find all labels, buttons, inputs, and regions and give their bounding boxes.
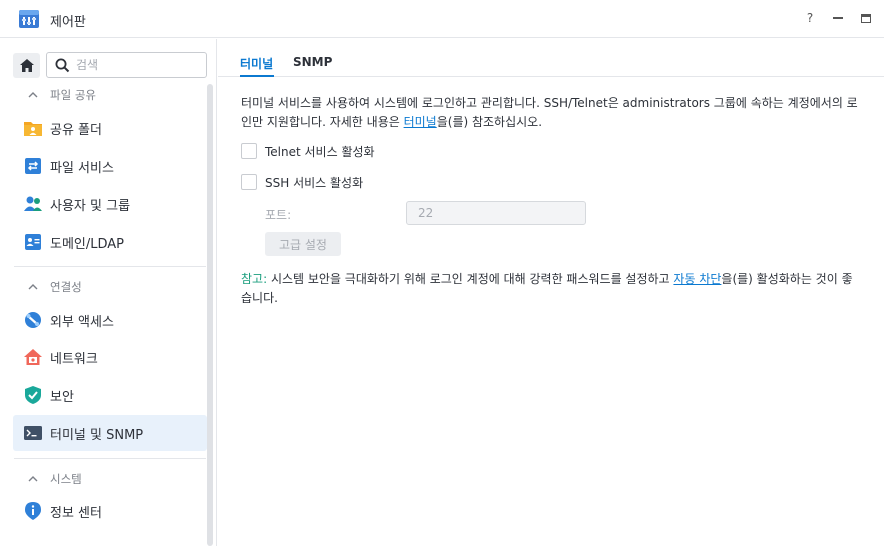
maximize-button[interactable] <box>858 10 874 26</box>
sidebar-item-info-center[interactable]: 정보 센터 <box>13 493 207 529</box>
section-header-file-sharing[interactable]: 파일 공유 <box>14 83 206 107</box>
description-line-2: 인만 지원합니다. 자세한 내용은 터미널을(를) 참조하십시오. <box>241 113 884 132</box>
domain-ldap-icon <box>23 232 43 252</box>
chevron-up-icon <box>28 476 38 482</box>
minimize-icon <box>833 17 843 19</box>
terminal-icon <box>23 423 43 443</box>
advanced-settings-button[interactable]: 고급 설정 <box>265 232 341 256</box>
description-text: 인만 지원합니다. 자세한 내용은 <box>241 115 404 129</box>
sidebar-item-label: 보안 <box>50 389 74 405</box>
ssh-enable-option[interactable]: SSH 서비스 활성화 <box>241 172 363 192</box>
sidebar-item-terminal-snmp[interactable]: 터미널 및 SNMP <box>13 415 207 451</box>
external-access-icon <box>23 310 43 330</box>
help-button[interactable]: ? <box>802 10 818 26</box>
section-header-connectivity[interactable]: 연결성 <box>14 275 206 299</box>
section-label: 연결성 <box>50 280 82 294</box>
search-input[interactable] <box>76 56 201 74</box>
sidebar-item-label: 정보 센터 <box>50 505 102 521</box>
sidebar-item-label: 파일 서비스 <box>50 160 114 176</box>
telnet-enable-option[interactable]: Telnet 서비스 활성화 <box>241 141 375 161</box>
security-note: 참고: 시스템 보안을 극대화하기 위해 로그인 계정에 대해 강력한 패스워드… <box>241 270 884 308</box>
sidebar: 파일 공유 공유 폴더 파일 서비스 사용자 및 그룹 도메인/LDAP 연결성… <box>0 39 217 546</box>
note-text: 시스템 보안을 극대화하기 위해 로그인 계정에 대해 강력한 패스워드를 설정… <box>267 272 674 286</box>
sidebar-item-external-access[interactable]: 외부 액세스 <box>13 302 207 338</box>
description-line-1: 터미널 서비스를 사용하여 시스템에 로그인하고 관리합니다. SSH/Teln… <box>241 96 858 110</box>
sidebar-item-shared-folder[interactable]: 공유 폴더 <box>13 110 207 146</box>
section-divider <box>14 266 206 267</box>
security-shield-icon <box>23 385 43 405</box>
section-label: 시스템 <box>50 472 82 486</box>
section-label: 파일 공유 <box>50 88 96 102</box>
sidebar-item-security[interactable]: 보안 <box>13 377 207 413</box>
ssh-enable-label: SSH 서비스 활성화 <box>265 175 364 190</box>
note-text: 을(를) 활성화하는 것이 좋 <box>721 272 853 286</box>
sidebar-item-label: 공유 폴더 <box>50 122 102 138</box>
sidebar-item-label: 외부 액세스 <box>50 314 114 330</box>
port-input[interactable] <box>406 201 586 225</box>
home-icon <box>19 59 34 72</box>
users-groups-icon <box>23 194 43 214</box>
tab-terminal[interactable]: 터미널 <box>240 55 273 72</box>
terminal-description: 터미널 서비스를 사용하여 시스템에 로그인하고 관리합니다. SSH/Teln… <box>241 94 884 132</box>
info-center-icon <box>23 501 43 521</box>
sidebar-item-label: 사용자 및 그룹 <box>50 198 131 214</box>
note-line-1: 참고: 시스템 보안을 극대화하기 위해 로그인 계정에 대해 강력한 패스워드… <box>241 270 884 289</box>
sidebar-item-partial[interactable] <box>13 533 207 546</box>
sidebar-item-domain-ldap[interactable]: 도메인/LDAP <box>13 224 207 260</box>
tab-snmp[interactable]: SNMP <box>293 55 332 69</box>
file-services-icon <box>23 156 43 176</box>
note-prefix: 참고: <box>241 272 268 286</box>
tab-bar: 터미널 SNMP <box>218 39 884 77</box>
main-panel: 터미널 SNMP 터미널 서비스를 사용하여 시스템에 로그인하고 관리합니다.… <box>218 39 884 546</box>
telnet-enable-checkbox[interactable] <box>241 143 257 159</box>
terminal-help-link[interactable]: 터미널 <box>404 115 437 129</box>
shared-folder-icon <box>23 118 43 138</box>
sidebar-item-label: 네트워크 <box>50 351 98 367</box>
window-title: 제어판 <box>50 15 86 30</box>
chevron-up-icon <box>28 92 38 98</box>
sidebar-item-file-services[interactable]: 파일 서비스 <box>13 148 207 184</box>
network-icon <box>23 347 43 367</box>
sidebar-item-users-groups[interactable]: 사용자 및 그룹 <box>13 186 207 222</box>
search-box[interactable] <box>46 52 207 78</box>
home-button[interactable] <box>13 53 40 78</box>
section-divider <box>14 458 206 459</box>
maximize-icon <box>861 13 871 23</box>
sidebar-item-label: 터미널 및 SNMP <box>50 427 144 443</box>
port-label: 포트: <box>265 208 292 222</box>
section-header-system[interactable]: 시스템 <box>14 467 206 491</box>
ssh-enable-checkbox[interactable] <box>241 174 257 190</box>
note-line-2: 습니다. <box>241 291 278 305</box>
sidebar-item-label: 도메인/LDAP <box>50 236 125 252</box>
minimize-button[interactable] <box>830 10 846 26</box>
telnet-enable-label: Telnet 서비스 활성화 <box>265 144 375 159</box>
chevron-up-icon <box>28 284 38 290</box>
title-bar: 제어판 ? <box>0 0 884 38</box>
description-text: 을(를) 참조하십시오. <box>436 115 543 129</box>
sidebar-item-network[interactable]: 네트워크 <box>13 339 207 375</box>
search-icon <box>55 58 70 73</box>
auto-block-link[interactable]: 자동 차단 <box>673 272 721 286</box>
control-panel-app-icon <box>19 10 39 28</box>
sidebar-scrollbar[interactable] <box>207 84 213 546</box>
theme-icon <box>23 541 43 546</box>
active-tab-indicator <box>240 75 274 77</box>
